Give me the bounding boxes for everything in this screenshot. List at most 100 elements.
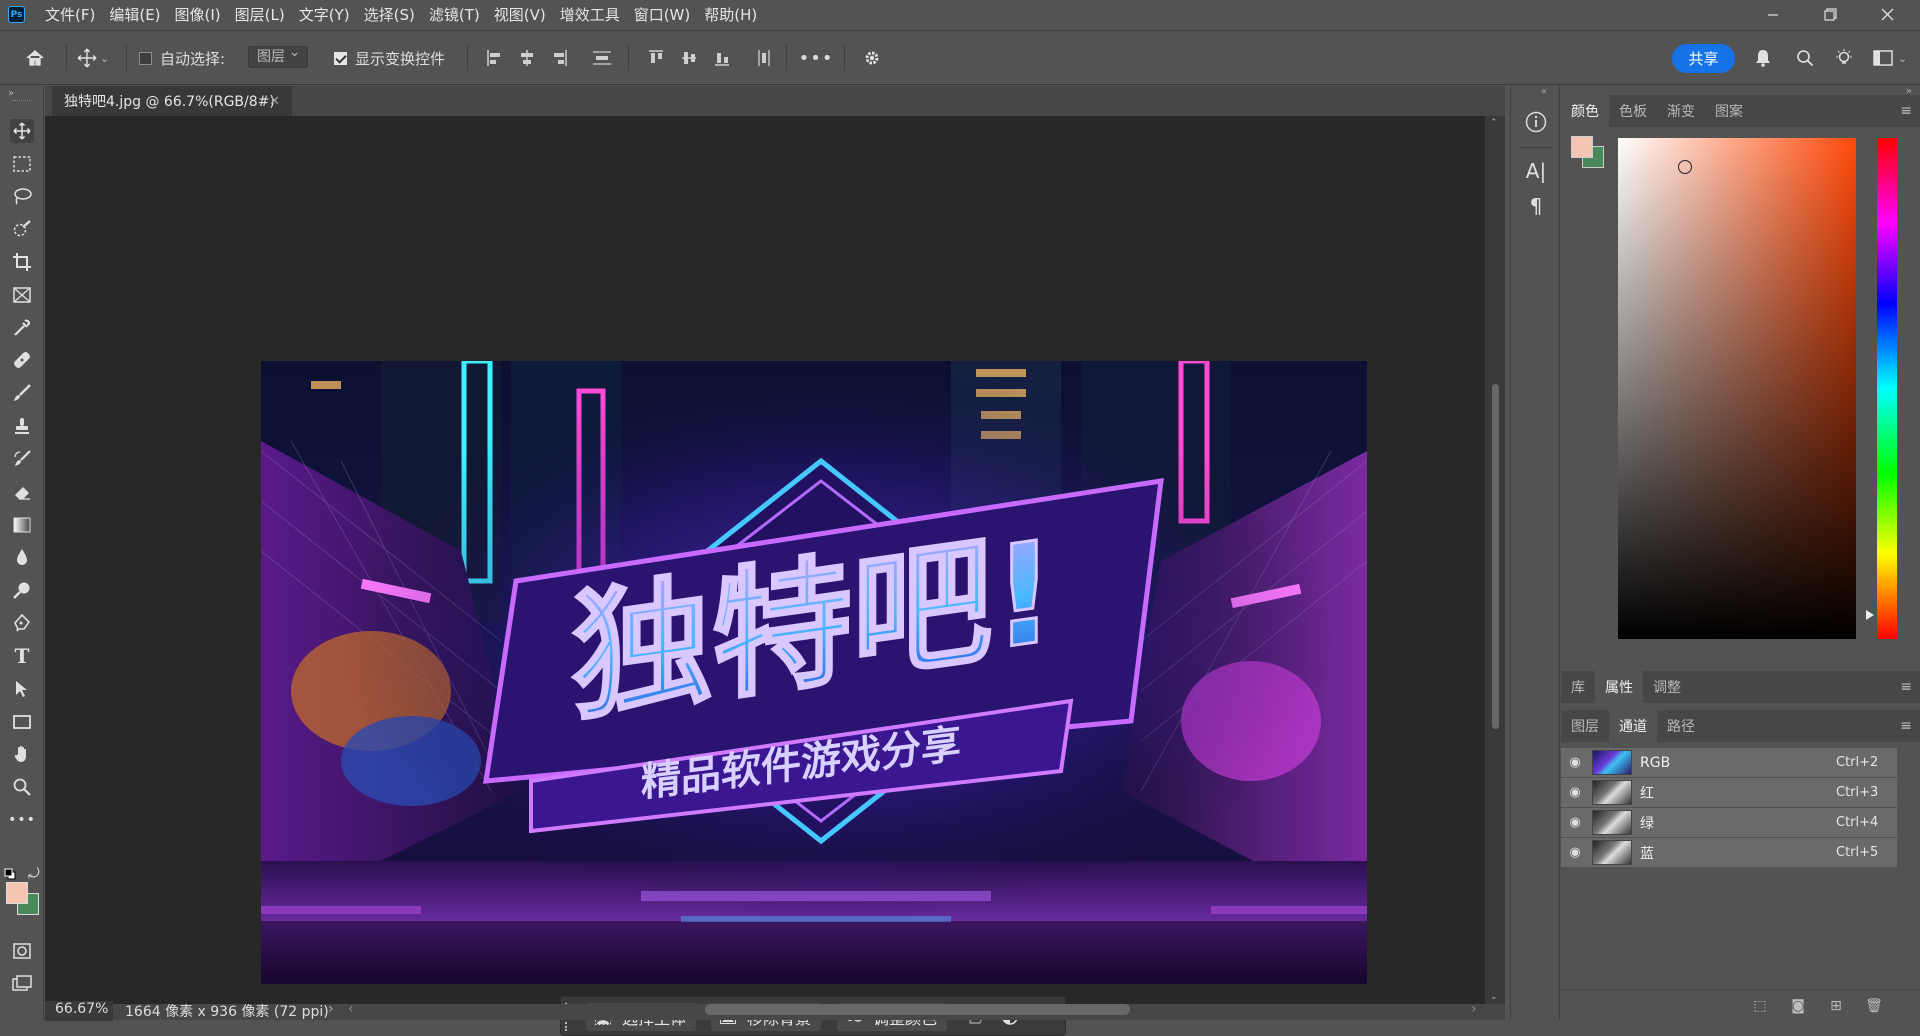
frame-tool[interactable] — [10, 283, 34, 307]
eraser-tool[interactable] — [10, 480, 34, 504]
dodge-tool[interactable] — [10, 578, 34, 602]
auto-select-target-value[interactable]: 图层 — [248, 46, 308, 68]
trash-icon[interactable]: 🗑 — [1855, 998, 1893, 1014]
channel-row-red[interactable]: ◉ 红 Ctrl+3 — [1561, 778, 1897, 808]
lasso-tool[interactable] — [10, 184, 34, 208]
menu-image[interactable]: 图像(I) — [168, 0, 228, 29]
marquee-tool[interactable] — [10, 152, 34, 176]
color-panel-foreground-swatch[interactable] — [1571, 136, 1593, 158]
eye-icon[interactable]: ◉ — [1561, 755, 1589, 770]
eyedropper-tool[interactable] — [10, 316, 34, 340]
paragraph-panel-button[interactable]: ¶ — [1523, 193, 1549, 219]
close-icon[interactable]: ✕ — [269, 94, 280, 109]
eye-icon[interactable]: ◉ — [1561, 785, 1589, 800]
object-selection-tool[interactable] — [10, 217, 34, 241]
type-tool[interactable]: T — [10, 644, 34, 668]
tab-gradients[interactable]: 渐变 — [1657, 95, 1705, 127]
brush-tool[interactable] — [10, 381, 34, 405]
align-left-icon[interactable] — [486, 49, 502, 67]
channel-row-rgb[interactable]: ◉ RGB Ctrl+2 — [1561, 748, 1897, 778]
home-button[interactable] — [22, 45, 48, 71]
menu-filter[interactable]: 滤镜(T) — [422, 0, 487, 29]
distribute-horizontal-icon[interactable] — [756, 49, 772, 67]
history-brush-tool[interactable] — [10, 447, 34, 471]
menu-layer[interactable]: 图层(L) — [228, 0, 292, 29]
scroll-right-icon[interactable]: › — [1471, 1001, 1477, 1017]
path-selection-tool[interactable] — [10, 677, 34, 701]
scroll-down-icon[interactable]: ⌄ — [1490, 992, 1498, 1002]
hue-slider[interactable] — [1877, 138, 1897, 639]
more-options-button[interactable]: ••• — [799, 45, 833, 71]
align-right-icon[interactable] — [552, 49, 568, 67]
menu-view[interactable]: 视图(V) — [487, 0, 553, 29]
restore-button[interactable] — [1801, 0, 1859, 29]
hand-tool[interactable] — [10, 742, 34, 766]
show-transform-controls-checkbox[interactable]: 显示变换控件 — [334, 48, 445, 69]
scroll-up-icon[interactable]: ⌃ — [1490, 118, 1498, 128]
collapse-toolbar-icon[interactable]: » — [8, 88, 14, 99]
panel-menu-icon[interactable]: ≡ — [1900, 103, 1912, 119]
pen-tool[interactable] — [10, 611, 34, 635]
tab-paths[interactable]: 路径 — [1657, 710, 1705, 742]
eye-icon[interactable]: ◉ — [1561, 815, 1589, 830]
tab-layers[interactable]: 图层 — [1561, 710, 1609, 742]
discover-button[interactable] — [1832, 45, 1856, 71]
horizontal-scroll-thumb[interactable] — [705, 1004, 1130, 1015]
panel-menu-icon[interactable]: ≡ — [1900, 679, 1912, 695]
menu-help[interactable]: 帮助(H) — [697, 0, 764, 29]
character-panel-button[interactable]: A| — [1523, 158, 1549, 184]
minimize-button[interactable] — [1744, 0, 1802, 29]
move-tool-preset-button[interactable]: ⌄ — [76, 45, 110, 71]
crop-tool[interactable] — [10, 250, 34, 274]
auto-select-checkbox[interactable]: 自动选择: — [139, 48, 225, 69]
foreground-color-swatch[interactable] — [6, 882, 28, 904]
auto-select-check-box[interactable] — [139, 52, 152, 65]
blur-tool[interactable] — [10, 545, 34, 569]
auto-select-target-dropdown[interactable]: 图层 — [248, 46, 308, 68]
toolbar-grip[interactable] — [12, 100, 32, 102]
color-picker-field[interactable] — [1618, 138, 1856, 639]
align-bottom-icon[interactable] — [714, 49, 730, 67]
share-button[interactable]: 共享 — [1672, 44, 1735, 73]
align-top-icon[interactable] — [648, 49, 664, 67]
show-transform-check-box[interactable] — [334, 52, 347, 65]
gradient-tool[interactable] — [10, 513, 34, 537]
clone-stamp-tool[interactable] — [10, 414, 34, 438]
rectangle-tool[interactable] — [10, 710, 34, 734]
scroll-left-icon[interactable]: ‹ — [348, 1001, 354, 1017]
channel-row-green[interactable]: ◉ 绿 Ctrl+4 — [1561, 808, 1897, 838]
healing-brush-tool[interactable] — [10, 348, 34, 372]
quick-mask-button[interactable] — [10, 939, 34, 963]
info-panel-button[interactable] — [1523, 109, 1549, 135]
document-tab[interactable]: 独特吧4.jpg @ 66.7%(RGB/8#) ✕ — [52, 86, 292, 116]
menu-edit[interactable]: 编辑(E) — [102, 0, 167, 29]
menu-plugins[interactable]: 增效工具 — [553, 0, 627, 29]
align-vertical-center-icon[interactable] — [681, 49, 697, 67]
collapse-dock-icon[interactable]: « — [1541, 86, 1547, 97]
panel-menu-icon[interactable]: ≡ — [1900, 718, 1912, 734]
vertical-scroll-thumb[interactable] — [1492, 384, 1499, 729]
new-channel-icon[interactable]: ⊞ — [1817, 998, 1855, 1014]
eye-icon[interactable]: ◉ — [1561, 845, 1589, 860]
hue-slider-handle[interactable] — [1866, 610, 1874, 620]
swap-colors-icon[interactable]: ⤾ — [28, 866, 40, 882]
tab-color[interactable]: 颜色 — [1561, 95, 1609, 127]
edit-toolbar-button[interactable]: ••• — [8, 808, 35, 832]
notifications-button[interactable] — [1751, 45, 1775, 71]
color-picker-cursor[interactable] — [1678, 160, 1692, 174]
tab-channels[interactable]: 通道 — [1609, 710, 1657, 742]
tab-libraries[interactable]: 库 — [1561, 671, 1595, 703]
zoom-tool[interactable] — [10, 775, 34, 799]
tab-properties[interactable]: 属性 — [1595, 671, 1643, 703]
menu-select[interactable]: 选择(S) — [357, 0, 422, 29]
channel-row-blue[interactable]: ◉ 蓝 Ctrl+5 — [1561, 838, 1897, 868]
menu-window[interactable]: 窗口(W) — [627, 0, 698, 29]
tab-patterns[interactable]: 图案 — [1705, 95, 1753, 127]
canvas-area[interactable]: 独特吧! 精品软件游戏分享 选择主体 移除背景 调整颜 — [45, 116, 1485, 1036]
save-selection-icon[interactable]: ◙ — [1779, 998, 1817, 1014]
document-canvas[interactable]: 独特吧! 精品软件游戏分享 — [261, 361, 1367, 984]
menu-file[interactable]: 文件(F) — [38, 0, 102, 29]
load-selection-icon[interactable]: ⬚ — [1741, 998, 1779, 1014]
vertical-scrollbar[interactable]: ⌃ ⌄ — [1485, 116, 1505, 1004]
screen-mode-button[interactable] — [10, 971, 34, 995]
